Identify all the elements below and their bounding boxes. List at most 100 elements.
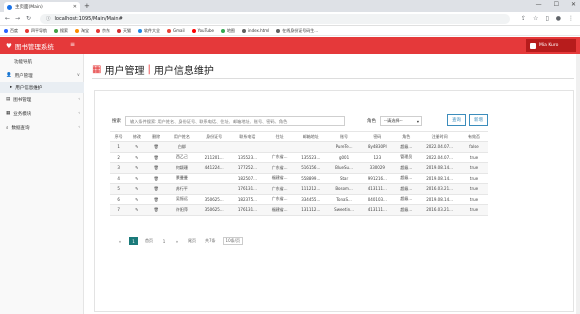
delete-icon[interactable]: 🗑 (146, 183, 166, 194)
role-select[interactable]: --请选择-- ▾ (380, 116, 422, 126)
search-input[interactable] (125, 116, 345, 126)
bookmark-item[interactable]: 在线身份证号码生... (276, 28, 318, 34)
delete-icon[interactable]: 🗑 (146, 204, 166, 215)
forward-icon[interactable]: → (15, 15, 20, 22)
col-header[interactable]: 有效否 (459, 131, 488, 142)
bookmark-item[interactable]: 软件大全 (138, 28, 160, 34)
maximize-icon[interactable]: ☐ (554, 1, 559, 8)
table-cell: 350625... (198, 204, 231, 215)
col-header[interactable]: 序号 (110, 131, 128, 142)
table-row: 2 ✎ 🗑 西乙己 211201... 135523... 广东省... 135523... g… (110, 151, 488, 163)
sidebar-item-query[interactable]: ⌕ 数据查询 ‹ (0, 122, 84, 133)
reload-icon[interactable]: ↻ (26, 15, 31, 22)
sidebar-item-book-mgmt[interactable]: ▤ 图书管理 ‹ (0, 94, 84, 105)
delete-icon[interactable]: 🗑 (146, 151, 166, 163)
sidebar-item-nav[interactable]: 功能导航 (0, 56, 84, 67)
table-cell: Sweetin... (326, 204, 362, 215)
bookmark-item[interactable]: 四平导航 (25, 28, 47, 34)
edit-icon[interactable]: ✎ (127, 141, 147, 152)
edit-icon[interactable]: ✎ (127, 162, 147, 173)
col-header[interactable]: 邮箱地址 (294, 131, 327, 142)
bookmark-item[interactable]: 地图 (220, 28, 235, 34)
bookmark-item[interactable]: Gmail (167, 28, 185, 33)
close-window-icon[interactable]: ✕ (571, 1, 576, 8)
table-cell: BlueSu... (326, 162, 362, 173)
col-header[interactable]: 注册时间 (419, 131, 460, 142)
browser-tab[interactable]: 主页面(Main) ✕ (4, 2, 80, 12)
search-label: 搜索 (112, 119, 121, 124)
edit-icon[interactable]: ✎ (127, 183, 147, 194)
col-header[interactable]: 账号 (326, 131, 362, 142)
title-divider (92, 78, 574, 79)
bookmark-item[interactable]: index.html (241, 28, 269, 33)
table-cell: true (459, 204, 488, 215)
bookmark-star-icon[interactable]: ☆ (533, 15, 538, 22)
sidebar-item-user-mgmt[interactable]: 👤 用户管理 ∨ (0, 70, 84, 81)
table-cell: 2022.04.07... (419, 151, 460, 163)
page-size-select[interactable]: 10条/页 (222, 237, 243, 245)
page-number[interactable]: 1 (160, 237, 168, 245)
current-page[interactable]: 1 (129, 237, 138, 245)
prev-page-link[interactable]: 首页 (143, 237, 155, 245)
add-button[interactable]: 新增 (469, 114, 488, 126)
delete-icon[interactable]: 🗑 (146, 193, 166, 205)
page-title: ▦ 用户管理 | 用户信息维护 (92, 64, 214, 77)
table-cell: 许阳萍 (165, 204, 199, 215)
chevron-left-icon: ‹ (78, 97, 80, 102)
col-header[interactable]: 用户姓名 (165, 131, 199, 142)
bookmark-item[interactable]: 京东 (96, 28, 110, 34)
tab-close-icon[interactable]: ✕ (73, 4, 77, 10)
bookmark-item[interactable]: 搜索 (54, 28, 68, 34)
sidepanel-icon[interactable]: ▯ (545, 15, 548, 22)
user-menu[interactable]: Mia Kuro (526, 39, 576, 52)
edit-icon[interactable]: ✎ (127, 151, 147, 163)
table-row: 4 ✎ 🗑 景曼曼 182507... 福建省... 558899... Star 991216… (110, 172, 488, 184)
app-brand[interactable]: ♥ 图书管理系统 (6, 41, 54, 51)
share-icon[interactable]: ⇪ (521, 15, 526, 22)
col-header[interactable]: 角色 (393, 131, 420, 142)
table-row: 3 ✎ 🗑 何颖珊 441224... 177252... 广东省... 516156... B… (110, 162, 488, 173)
col-header[interactable]: 身份证号 (198, 131, 231, 142)
next-page-icon[interactable]: » (173, 237, 181, 245)
bookmark-item[interactable]: 天猫 (117, 28, 131, 34)
back-icon[interactable]: ← (5, 15, 10, 22)
first-page-icon[interactable]: « (116, 237, 124, 245)
page-scrollbar[interactable] (576, 54, 580, 314)
bookmark-item[interactable]: YouTube (191, 28, 214, 33)
delete-icon[interactable]: 🗑 (146, 141, 166, 152)
delete-icon[interactable]: 🗑 (146, 162, 166, 173)
col-header[interactable]: 删除 (146, 131, 166, 142)
edit-icon[interactable]: ✎ (127, 193, 147, 205)
table-cell: 413111... (361, 204, 394, 215)
table-cell: 135523... (294, 151, 327, 163)
sidebar-item-user-info[interactable]: ▸ 用户信息维护 (0, 82, 84, 93)
query-button[interactable]: 查询 (447, 114, 466, 126)
last-page-link[interactable]: 尾页 (186, 237, 198, 245)
edit-icon[interactable]: ✎ (127, 172, 147, 184)
menu-kebab-icon[interactable]: ⋮ (568, 15, 574, 22)
table-cell: 福建省... (264, 204, 295, 215)
address-bar[interactable]: ⓘ localhost:1095/Main/Main# (40, 14, 510, 24)
new-tab-icon[interactable]: + (84, 2, 90, 10)
col-header[interactable]: 联系电话 (230, 131, 265, 142)
edit-icon[interactable]: ✎ (127, 204, 147, 215)
window-controls: — ☐ ✕ (536, 1, 576, 8)
table-cell: true (459, 193, 488, 205)
table-row: 6 ✎ 🗑 吴振远 350625... 182375... 广东省... 334455... T… (110, 193, 488, 205)
table-cell: 西乙己 (165, 151, 199, 163)
user-table: 序号 修改 删除 用户姓名 身份证号 联系电话 住址 邮箱地址 账号 密码 角色… (110, 131, 488, 216)
sidebar-item-label: 用户信息维护 (15, 85, 43, 91)
col-header[interactable]: 修改 (127, 131, 147, 142)
table-cell: 广东省... (264, 193, 295, 205)
delete-icon[interactable]: 🗑 (146, 172, 166, 184)
bookmark-item[interactable]: 百度 (4, 28, 18, 34)
table-cell (198, 183, 231, 194)
profile-icon[interactable]: ● (556, 15, 561, 22)
sidebar-item-business[interactable]: ▦ 业务模块 ‹ (0, 108, 84, 119)
col-header[interactable]: 住址 (264, 131, 295, 142)
col-header[interactable]: 密码 (361, 131, 394, 142)
minimize-icon[interactable]: — (536, 1, 542, 8)
menu-toggle-icon[interactable]: ≡ (70, 41, 75, 48)
bookmark-item[interactable]: 淘宝 (75, 28, 89, 34)
table-cell: Star (326, 172, 362, 184)
